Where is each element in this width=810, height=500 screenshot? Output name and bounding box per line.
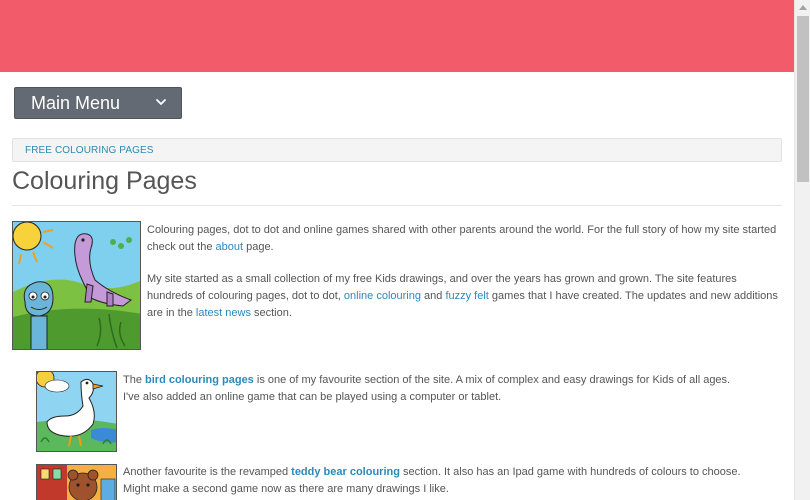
page-title: Colouring Pages <box>12 167 197 195</box>
main-menu-label: Main Menu <box>31 93 121 113</box>
scrollbar-thumb[interactable] <box>797 16 809 182</box>
bird-feature-paragraph: The bird colouring pages is one of my fa… <box>123 372 748 406</box>
teddy-bear-colouring-thumbnail[interactable] <box>36 464 117 500</box>
intro-paragraph-2: My site started as a small collection of… <box>147 271 782 322</box>
latest-news-link[interactable]: latest news <box>196 307 251 319</box>
intro-p2-text-and: and <box>420 290 446 302</box>
chevron-down-icon <box>156 99 166 105</box>
vertical-scrollbar[interactable] <box>794 0 810 500</box>
scroll-up-arrow-icon[interactable] <box>799 5 807 10</box>
main-menu-button[interactable]: Main Menu <box>14 87 182 119</box>
bird-colouring-pages-link[interactable]: bird colouring pages <box>145 374 254 386</box>
fuzzy-felt-link[interactable]: fuzzy felt <box>445 290 488 302</box>
online-colouring-link[interactable]: online colouring <box>344 290 421 302</box>
breadcrumb-link-free-colouring-pages[interactable]: FREE COLOURING PAGES <box>25 145 154 156</box>
intro-p2-text-end: section. <box>250 307 292 319</box>
title-divider <box>12 205 782 206</box>
teddy-feature-paragraph: Another favourite is the revamped teddy … <box>123 464 748 498</box>
bird-feature-text: The <box>123 374 146 386</box>
dinosaur-colouring-thumbnail[interactable] <box>12 221 141 350</box>
intro-p1-text-end: page. <box>243 241 274 253</box>
teddy-bear-colouring-link[interactable]: teddy bear colouring <box>291 466 400 478</box>
breadcrumb: FREE COLOURING PAGES <box>12 138 782 162</box>
intro-paragraph-1: Colouring pages, dot to dot and online g… <box>147 222 782 256</box>
about-link[interactable]: about <box>216 241 244 253</box>
teddy-feature-text: Another favourite is the revamped <box>123 466 292 478</box>
bird-colouring-thumbnail[interactable] <box>36 371 117 452</box>
header-banner <box>0 0 794 72</box>
